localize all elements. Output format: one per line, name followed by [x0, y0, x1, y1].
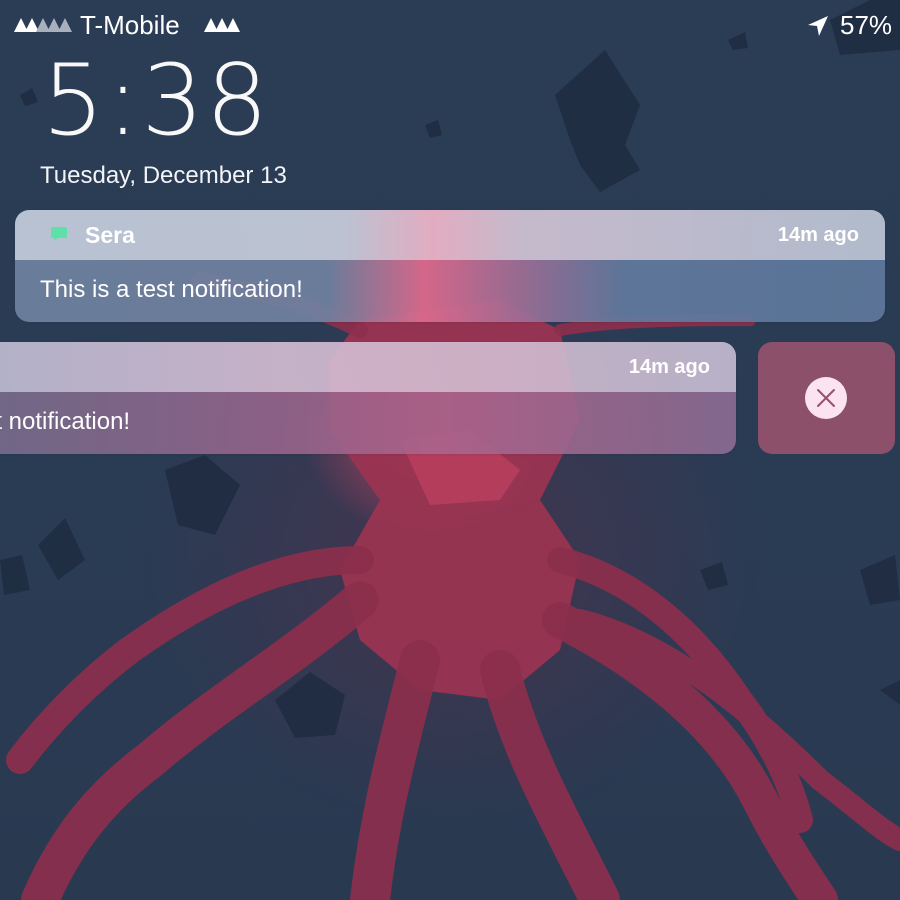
- notification-message: est notification!: [0, 408, 131, 435]
- secondary-signal-icon: [204, 18, 240, 32]
- clear-notification-button[interactable]: [805, 377, 847, 419]
- location-arrow-icon: [808, 16, 828, 36]
- notification-header: Sera 14m ago: [15, 210, 885, 260]
- status-bar: T-Mobile 57%: [0, 0, 900, 50]
- notification-card-swiped[interactable]: 14m ago est notification!: [0, 342, 736, 454]
- lock-screen-date: Tuesday, December 13: [40, 162, 287, 189]
- notification-header: 14m ago: [0, 342, 736, 392]
- notification-body: This is a test notification!: [15, 260, 885, 322]
- notification-timestamp: 14m ago: [628, 356, 710, 378]
- notification-message: This is a test notification!: [40, 276, 303, 303]
- close-icon: [817, 389, 835, 407]
- notification-timestamp: 14m ago: [777, 224, 859, 246]
- clear-notification-action[interactable]: [758, 342, 895, 454]
- battery-percentage: 57%: [840, 10, 893, 40]
- notification-app-name: Sera: [85, 222, 135, 248]
- carrier-name: T-Mobile: [80, 10, 180, 40]
- message-bubble-icon: [51, 227, 67, 241]
- notification-body: est notification!: [0, 392, 736, 454]
- notification-card[interactable]: Sera 14m ago This is a test notification…: [15, 210, 885, 322]
- lock-screen-time: 5:38: [42, 44, 271, 158]
- signal-strength-icon: [14, 18, 72, 32]
